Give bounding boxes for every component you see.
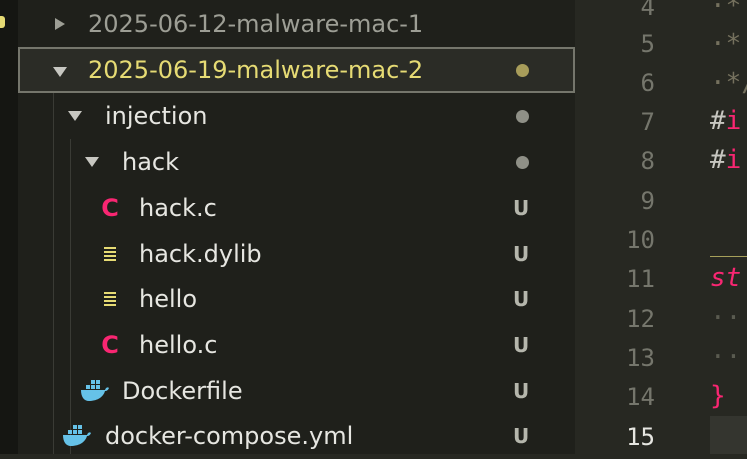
preprocessor-keyword: i bbox=[725, 145, 742, 175]
line-number: 6 bbox=[640, 69, 655, 97]
docker-icon bbox=[62, 413, 92, 459]
line-number-current: 15 bbox=[626, 423, 655, 451]
current-line-highlight bbox=[710, 416, 747, 454]
line-number: 11 bbox=[626, 265, 655, 293]
activity-strip bbox=[0, 0, 18, 454]
strip-indicator bbox=[0, 16, 5, 28]
modified-dot-icon bbox=[516, 64, 529, 77]
line-number: 5 bbox=[640, 30, 655, 58]
preprocessor-keyword: i bbox=[725, 106, 742, 136]
folder-label: injection bbox=[105, 102, 208, 130]
git-status-untracked: U bbox=[513, 287, 530, 311]
line-number: 12 bbox=[626, 305, 655, 333]
folder-row-2025-06-19-malware-mac-2[interactable]: 2025-06-19-malware-mac-2 bbox=[18, 47, 575, 93]
folder-row-hack[interactable]: hack bbox=[18, 139, 575, 185]
code-line-4: ·* bbox=[710, 0, 742, 21]
file-row-hello[interactable]: hello U bbox=[18, 276, 575, 322]
line-number: 8 bbox=[640, 147, 655, 175]
folder-label: 2025-06-19-malware-mac-2 bbox=[88, 56, 424, 84]
line-number: 13 bbox=[626, 344, 655, 372]
c-file-icon: C bbox=[101, 331, 119, 359]
file-label: Dockerfile bbox=[122, 377, 243, 405]
git-status-untracked: U bbox=[513, 379, 530, 403]
code-line-8: #i bbox=[710, 140, 741, 180]
folder-row-injection[interactable]: injection bbox=[18, 93, 575, 139]
section-divider bbox=[710, 256, 747, 257]
git-status-untracked: U bbox=[513, 424, 530, 448]
file-row-dockerfile[interactable]: Dockerfile U bbox=[18, 368, 575, 414]
file-row-hello-c[interactable]: C hello.c U bbox=[18, 322, 575, 368]
code-editor[interactable]: 4 5 6 7 8 9 10 11 12 13 14 15 ·* ·* ·*/ … bbox=[575, 0, 747, 454]
code-line-5: ·* bbox=[710, 29, 742, 59]
code-line-7: #i bbox=[710, 101, 741, 141]
modified-dot-icon bbox=[516, 156, 529, 169]
file-label: hack.dylib bbox=[139, 240, 262, 268]
binary-file-icon bbox=[98, 231, 122, 277]
modified-dot-icon bbox=[516, 110, 529, 123]
git-status-untracked: U bbox=[513, 333, 530, 357]
chevron-down-icon[interactable] bbox=[67, 93, 83, 139]
folder-label: 2025-06-12-malware-mac-1 bbox=[88, 10, 424, 38]
file-label: hello.c bbox=[139, 331, 218, 359]
file-row-hack-c[interactable]: C hack.c U bbox=[18, 185, 575, 231]
file-label: hack.c bbox=[139, 194, 217, 222]
binary-file-icon bbox=[98, 276, 122, 322]
line-number: 14 bbox=[626, 383, 655, 411]
line-number: 10 bbox=[626, 226, 655, 254]
git-status-untracked: U bbox=[513, 242, 530, 266]
code-line-14: } bbox=[710, 381, 726, 411]
file-label: docker-compose.yml bbox=[105, 422, 354, 450]
file-label: hello bbox=[139, 285, 197, 313]
line-number: 4 bbox=[640, 0, 655, 21]
line-number: 7 bbox=[640, 108, 655, 136]
c-file-icon: C bbox=[101, 194, 119, 222]
file-explorer: 2025-06-12-malware-mac-1 2025-06-19-malw… bbox=[0, 0, 575, 454]
file-row-docker-compose-yml[interactable]: docker-compose.yml U bbox=[18, 413, 575, 459]
file-row-hack-dylib[interactable]: hack.dylib U bbox=[18, 231, 575, 277]
code-line-13: ·· bbox=[710, 342, 742, 372]
code-line-11: st bbox=[710, 263, 742, 293]
folder-label: hack bbox=[122, 148, 180, 176]
folder-row-2025-06-12-malware-mac-1[interactable]: 2025-06-12-malware-mac-1 bbox=[18, 1, 575, 47]
chevron-right-icon[interactable] bbox=[52, 1, 68, 47]
preprocessor-hash: # bbox=[710, 145, 726, 175]
code-line-6: ·*/ bbox=[710, 68, 747, 98]
line-number: 9 bbox=[640, 187, 655, 215]
git-status-untracked: U bbox=[513, 196, 530, 220]
code-line-12: ·· bbox=[710, 303, 742, 333]
docker-icon bbox=[80, 368, 110, 414]
chevron-down-icon[interactable] bbox=[52, 49, 68, 95]
preprocessor-hash: # bbox=[710, 106, 726, 136]
chevron-down-icon[interactable] bbox=[84, 139, 100, 185]
